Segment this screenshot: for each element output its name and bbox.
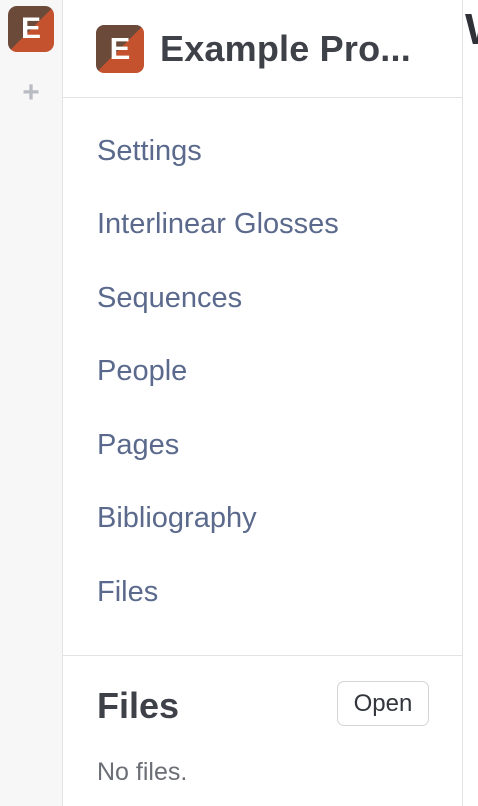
nav-item-settings[interactable]: Settings <box>97 137 202 166</box>
nav-item-bibliography[interactable]: Bibliography <box>97 504 257 533</box>
project-header: E Example Pro... <box>63 0 462 98</box>
main-content-edge: W <box>463 8 478 58</box>
project-title[interactable]: Example Pro... <box>160 28 411 70</box>
project-avatar-letter: E <box>109 31 131 66</box>
nav-item-files[interactable]: Files <box>97 578 158 607</box>
app-window: E + E Example Pro... Settings Interlinea… <box>0 0 478 806</box>
workspace-rail: E + <box>0 0 63 806</box>
project-nav: Settings Interlinear Glosses Sequences P… <box>63 98 462 656</box>
main-heading-fragment: W <box>465 8 478 52</box>
files-section: Files Open No files. <box>63 656 462 806</box>
nav-item-pages[interactable]: Pages <box>97 431 179 460</box>
workspace-avatar-letter: E <box>20 12 41 45</box>
project-sidebar: E Example Pro... Settings Interlinear Gl… <box>63 0 463 806</box>
files-heading: Files <box>97 685 180 726</box>
nav-item-interlinear-glosses[interactable]: Interlinear Glosses <box>97 210 339 239</box>
files-empty-message: No files. <box>97 758 188 786</box>
plus-icon: + <box>22 76 40 109</box>
nav-item-people[interactable]: People <box>97 357 187 386</box>
workspace-avatar[interactable]: E <box>8 6 54 52</box>
open-files-button[interactable]: Open <box>337 681 429 726</box>
project-avatar[interactable]: E <box>96 24 144 73</box>
add-workspace-button[interactable]: + <box>18 76 44 109</box>
nav-item-sequences[interactable]: Sequences <box>97 284 242 313</box>
